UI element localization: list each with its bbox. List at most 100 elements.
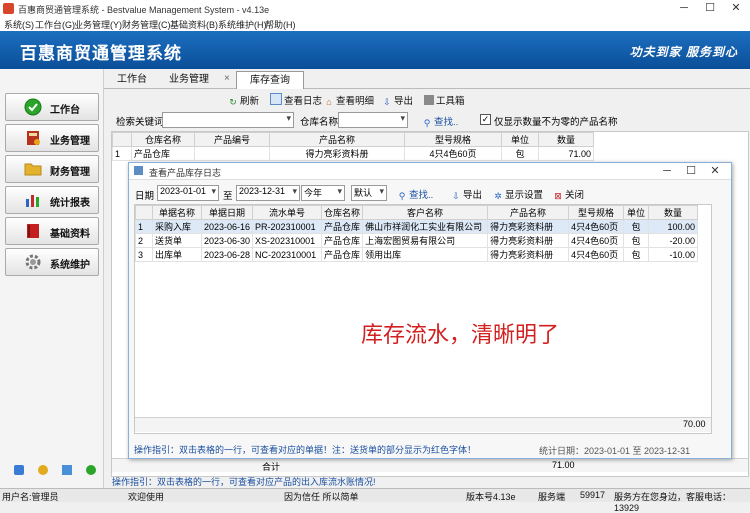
- book-red-icon: [27, 224, 39, 238]
- close-window-button[interactable]: ✕: [724, 0, 748, 17]
- col-qty[interactable]: 数量: [538, 132, 594, 147]
- table-row[interactable]: 2 送货单 2023-06-30 XS-202310001 产品仓库 上海宏图贸…: [135, 233, 699, 248]
- row-index: 3: [135, 247, 153, 262]
- toolbox-label: 工具箱: [436, 96, 465, 107]
- cell-qty: -10.00: [648, 247, 699, 262]
- window-icon[interactable]: [62, 465, 72, 475]
- status-bar: 用户名:管理员 欢迎使用 因为信任 所以简单 版本号4.13e 服务端 5991…: [0, 488, 750, 513]
- nav-basic-data-button[interactable]: 基础资料: [5, 217, 99, 245]
- maximize-button[interactable]: ☐: [698, 0, 722, 17]
- cell-no: NC-202310001: [252, 247, 323, 262]
- status-motto: 因为信任 所以简单: [284, 492, 359, 502]
- refresh-icon: ↻: [229, 97, 237, 107]
- cell-qty: 71.00: [538, 146, 594, 161]
- cell-prod: 得力亮彩资料册: [487, 219, 570, 234]
- stat-period: 统计日期：2023-01-01 至 2023-12-31: [539, 446, 691, 456]
- menu-basic-data[interactable]: 基础资料(B): [170, 18, 218, 31]
- nav-maintenance-button[interactable]: 系统维护: [5, 248, 99, 276]
- table-row[interactable]: 3 出库单 2023-06-28 NC-202310001 产品仓库 领用出库 …: [135, 247, 699, 262]
- info-icon[interactable]: [38, 465, 48, 475]
- date-from-value: 2023-01-01: [160, 186, 207, 196]
- search-icon: ⚲: [398, 191, 406, 201]
- dialog-maximize-button[interactable]: ☐: [679, 163, 703, 179]
- dialog-close-action-button[interactable]: ⊠ 关闭: [553, 187, 584, 201]
- col-spec[interactable]: 型号规格: [568, 205, 625, 220]
- row-index: 1: [135, 219, 153, 234]
- col-code[interactable]: 产品编号: [194, 132, 270, 147]
- col-no[interactable]: 流水单号: [252, 205, 323, 220]
- to-label: 至: [223, 191, 233, 202]
- dialog-minimize-button[interactable]: ─: [655, 163, 679, 179]
- dialog-close-button[interactable]: ✕: [703, 163, 727, 179]
- table-row[interactable]: 1 产品仓库 得力亮彩资料册 4只4色60页 包 71.00: [112, 146, 594, 161]
- col-warehouse[interactable]: 仓库名称: [131, 132, 195, 147]
- power-icon[interactable]: [86, 465, 96, 475]
- cell-wh: 产品仓库: [321, 219, 364, 234]
- menu-maintenance[interactable]: 系统维护(H): [218, 18, 267, 31]
- cell-doc: 采购入库: [152, 219, 202, 234]
- col-unit[interactable]: 单位: [501, 132, 539, 147]
- log-total-qty: 70.00: [683, 419, 706, 429]
- nonzero-checkbox-label: 仅显示数量不为零的产品名称: [494, 117, 618, 128]
- help-icon[interactable]: [14, 465, 24, 475]
- col-wh[interactable]: 仓库名称: [321, 205, 364, 220]
- date-to-input[interactable]: 2023-12-31: [236, 185, 300, 201]
- tab-workbench[interactable]: 工作台: [110, 71, 154, 88]
- date-from-input[interactable]: 2023-01-01: [157, 185, 219, 201]
- display-settings-label: 显示设置: [505, 190, 544, 201]
- warehouse-select[interactable]: [338, 112, 408, 128]
- toolbox-icon: [424, 95, 434, 105]
- log-table-area: 单据名称 单据日期 流水单号 仓库名称 客户名称 产品名称 型号规格 单位 数量…: [134, 204, 712, 434]
- dialog-title-bar: 查看产品库存日志 ─ ☐ ✕: [129, 163, 731, 180]
- app-icon: [3, 3, 14, 14]
- cell-cust: 上海宏图贸易有限公司: [362, 233, 489, 248]
- folder-icon: [24, 163, 42, 176]
- nav-reports-button[interactable]: 统计报表: [5, 186, 99, 214]
- export-button[interactable]: ⇩ 导出: [382, 93, 413, 107]
- tab-close-icon[interactable]: ×: [224, 73, 230, 84]
- col-doc[interactable]: 单据名称: [152, 205, 202, 220]
- col-name[interactable]: 产品名称: [269, 132, 405, 147]
- detail-icon: ⌂: [326, 97, 332, 107]
- dialog-title: 查看产品库存日志: [149, 168, 222, 178]
- period-select[interactable]: 今年: [301, 185, 345, 201]
- menu-workbench[interactable]: 工作台(G): [35, 18, 75, 31]
- col-date[interactable]: 单据日期: [200, 205, 254, 220]
- col-spec[interactable]: 型号规格: [404, 132, 502, 147]
- tab-business[interactable]: 业务管理: [162, 71, 216, 88]
- status-user: 用户名:管理员: [2, 492, 59, 502]
- nav-workbench-button[interactable]: 工作台: [5, 93, 99, 121]
- keyword-input[interactable]: [162, 112, 294, 128]
- dialog-export-button[interactable]: ⇩ 导出: [451, 187, 482, 201]
- menu-help[interactable]: 帮助(H): [265, 18, 296, 31]
- search-button[interactable]: ⚲ 查找..: [422, 114, 459, 128]
- inventory-log-dialog: 查看产品库存日志 ─ ☐ ✕ 日期 2023-01-01 至 2023-12-3…: [128, 162, 732, 459]
- menu-business[interactable]: 业务管理(Y): [74, 18, 122, 31]
- table-row[interactable]: 1 采购入库 2023-06-16 PR-202310001 产品仓库 佛山市祥…: [135, 219, 699, 234]
- tab-inventory[interactable]: 库存查询: [236, 71, 304, 89]
- minimize-button[interactable]: ─: [672, 0, 696, 17]
- dialog-search-button[interactable]: ⚲ 查找..: [397, 187, 434, 201]
- total-row: 合计 71.00: [112, 458, 748, 472]
- left-nav-panel: 工作台 业务管理 财务管理 统计报表 基础资料 系统维护: [0, 69, 104, 488]
- toolbox-button[interactable]: 工具箱: [424, 93, 465, 107]
- display-settings-button[interactable]: ✲ 显示设置: [493, 187, 543, 201]
- view-detail-button[interactable]: ⌂ 查看明细: [324, 93, 374, 107]
- col-qty[interactable]: 数量: [648, 205, 699, 220]
- nonzero-checkbox[interactable]: ✓: [480, 114, 491, 125]
- col-prod[interactable]: 产品名称: [487, 205, 570, 220]
- menu-system[interactable]: 系统(S): [4, 18, 34, 31]
- view-log-button[interactable]: 查看日志: [270, 93, 322, 107]
- cell-code: [194, 146, 270, 161]
- cell-qty: 100.00: [648, 219, 699, 234]
- nav-finance-button[interactable]: 财务管理: [5, 155, 99, 183]
- total-label: 合计: [262, 462, 281, 472]
- nav-business-button[interactable]: 业务管理: [5, 124, 99, 152]
- col-cust[interactable]: 客户名称: [362, 205, 489, 220]
- period-value: 今年: [304, 188, 323, 198]
- total-qty: 71.00: [552, 460, 575, 470]
- menu-finance[interactable]: 财务管理(C): [122, 18, 171, 31]
- refresh-button[interactable]: ↻ 刷新: [228, 93, 259, 107]
- sort-select[interactable]: 默认: [351, 185, 387, 201]
- col-unit[interactable]: 单位: [623, 205, 650, 220]
